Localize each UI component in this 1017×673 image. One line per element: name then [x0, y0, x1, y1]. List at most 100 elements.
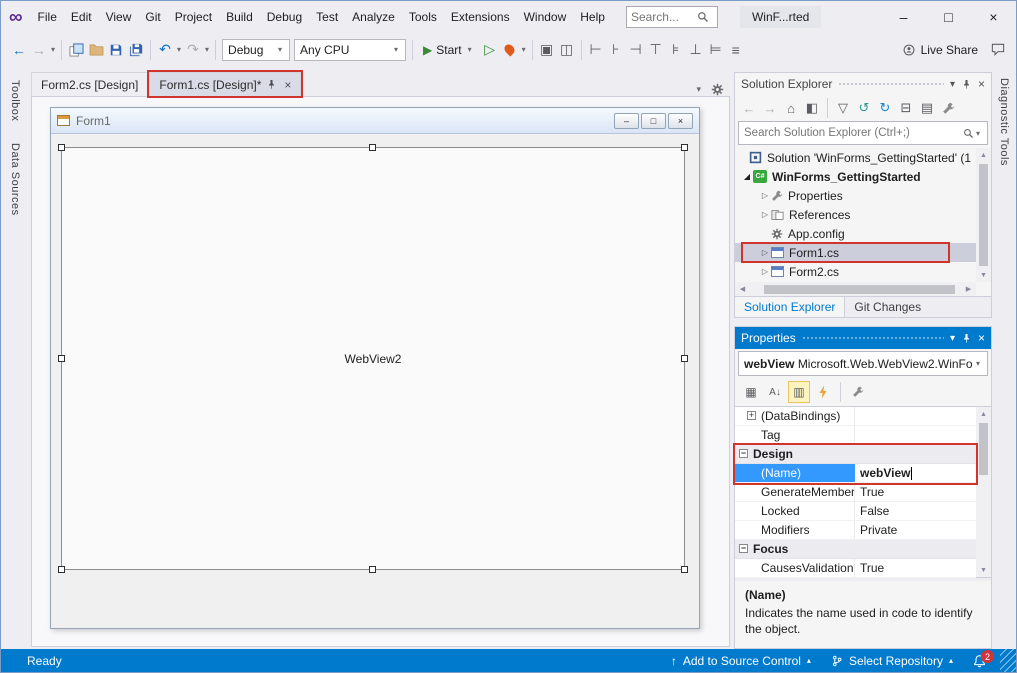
- object-selector-dropdown[interactable]: webView Microsoft.Web.WebView2.WinFo ▾: [738, 351, 988, 376]
- properties-header[interactable]: Properties ▾ ×: [735, 327, 991, 349]
- menu-git[interactable]: Git: [138, 1, 167, 33]
- collapse-all-icon[interactable]: ⊟: [896, 98, 916, 118]
- chevron-down-icon[interactable]: ▾: [522, 45, 526, 54]
- property-value-input[interactable]: webView: [860, 466, 910, 480]
- category-row-focus[interactable]: Focus: [735, 540, 976, 559]
- home-icon[interactable]: ⌂: [781, 98, 801, 118]
- tab-form1-design[interactable]: Form1.cs [Design]* ×: [149, 72, 301, 96]
- horizontal-scrollbar[interactable]: ◀ ▶: [735, 282, 976, 296]
- form-maximize-button[interactable]: □: [641, 113, 666, 129]
- resize-handle-top-left[interactable]: [58, 144, 65, 151]
- quick-search-box[interactable]: [626, 6, 718, 28]
- resize-handle-bottom-left[interactable]: [58, 566, 65, 573]
- scrollbar-thumb[interactable]: [979, 164, 988, 266]
- tree-item-solution[interactable]: Solution 'WinForms_GettingStarted' (1: [735, 148, 976, 167]
- expand-arrow-icon[interactable]: ▷: [759, 191, 771, 200]
- scrollbar-thumb[interactable]: [764, 285, 955, 294]
- menu-debug[interactable]: Debug: [260, 1, 309, 33]
- tree-item-properties[interactable]: ▷ Properties: [735, 186, 976, 205]
- property-row-locked[interactable]: Locked False: [735, 502, 976, 521]
- expand-arrow-icon[interactable]: ▷: [759, 210, 771, 219]
- properties-tool-icon[interactable]: [938, 98, 958, 118]
- property-row-databindings[interactable]: (DataBindings): [735, 407, 976, 426]
- property-value[interactable]: False: [855, 502, 976, 520]
- feedback-button[interactable]: [988, 38, 1008, 62]
- tab-form2-design[interactable]: Form2.cs [Design]: [31, 72, 148, 96]
- align-middles-icon[interactable]: ⊥: [686, 38, 706, 62]
- chevron-down-icon[interactable]: ▾: [177, 45, 181, 54]
- close-button[interactable]: ×: [971, 1, 1016, 33]
- maximize-button[interactable]: □: [926, 1, 971, 33]
- forward-icon[interactable]: →: [760, 98, 780, 118]
- filter-icon[interactable]: ▽: [833, 98, 853, 118]
- drag-grip[interactable]: [838, 82, 944, 87]
- menu-project[interactable]: Project: [168, 1, 219, 33]
- property-value[interactable]: [855, 407, 976, 425]
- chevron-down-icon[interactable]: ▾: [976, 129, 980, 138]
- designed-form-client-area[interactable]: WebView2: [51, 135, 699, 628]
- menu-window[interactable]: Window: [517, 1, 574, 33]
- sync-icon[interactable]: ↻: [875, 98, 895, 118]
- start-debugging-button[interactable]: ▶ Start ▾: [417, 38, 480, 62]
- scroll-down-icon[interactable]: ▼: [980, 563, 987, 577]
- events-button[interactable]: [812, 381, 834, 403]
- collapse-icon[interactable]: [739, 544, 748, 553]
- save-button[interactable]: [106, 38, 126, 62]
- new-project-button[interactable]: [66, 38, 86, 62]
- form-close-button[interactable]: ×: [668, 113, 693, 129]
- expand-arrow-icon[interactable]: ◢: [741, 172, 753, 181]
- webview2-control[interactable]: WebView2: [61, 147, 685, 570]
- property-row-causesvalidation[interactable]: CausesValidation True: [735, 559, 976, 578]
- tree-item-references[interactable]: ▷ References: [735, 205, 976, 224]
- menu-file[interactable]: File: [31, 1, 64, 33]
- property-value[interactable]: True: [855, 483, 976, 501]
- scrollbar-thumb[interactable]: [979, 423, 988, 475]
- resize-handle-bottom-middle[interactable]: [369, 566, 376, 573]
- property-value[interactable]: True: [855, 559, 976, 577]
- expand-arrow-icon[interactable]: ▷: [759, 248, 771, 257]
- vertical-scrollbar[interactable]: ▲ ▼: [976, 148, 991, 282]
- solution-search-box[interactable]: ▾: [738, 121, 988, 145]
- collapse-icon[interactable]: [739, 449, 748, 458]
- gear-icon[interactable]: [711, 83, 724, 96]
- close-icon[interactable]: ×: [978, 331, 985, 345]
- switch-views-icon[interactable]: ◧: [802, 98, 822, 118]
- breakpoints-window-icon[interactable]: ▣: [537, 38, 557, 62]
- align-to-grid-icon[interactable]: ⊢: [586, 38, 606, 62]
- property-row-generatemember[interactable]: GenerateMember True: [735, 483, 976, 502]
- property-row-name[interactable]: (Name) webView: [735, 464, 976, 483]
- open-file-button[interactable]: [86, 38, 106, 62]
- designed-form[interactable]: Form1 – □ × WebView2: [50, 107, 700, 629]
- category-row-design[interactable]: Design: [735, 445, 976, 464]
- menu-extensions[interactable]: Extensions: [444, 1, 517, 33]
- resize-handle-middle-right[interactable]: [681, 355, 688, 362]
- menu-edit[interactable]: Edit: [64, 1, 99, 33]
- scroll-right-icon[interactable]: ▶: [961, 282, 976, 296]
- hot-reload-button[interactable]: [500, 38, 520, 62]
- menu-view[interactable]: View: [99, 1, 139, 33]
- sidebar-tab-toolbox[interactable]: Toolbox: [9, 76, 21, 125]
- chevron-down-icon[interactable]: ▾: [950, 79, 955, 90]
- expand-icon[interactable]: [747, 411, 756, 420]
- scroll-up-icon[interactable]: ▲: [980, 407, 987, 421]
- pin-icon[interactable]: [961, 333, 972, 344]
- panel-splitter[interactable]: [734, 318, 992, 326]
- resize-handle-top-middle[interactable]: [369, 144, 376, 151]
- menu-analyze[interactable]: Analyze: [345, 1, 402, 33]
- align-rights-icon[interactable]: ⊤: [646, 38, 666, 62]
- undo-icon[interactable]: ↶: [155, 38, 175, 62]
- menu-build[interactable]: Build: [219, 1, 260, 33]
- pin-icon[interactable]: [961, 79, 972, 90]
- navigate-back-icon[interactable]: ←: [9, 38, 29, 62]
- resize-handle-middle-left[interactable]: [58, 355, 65, 362]
- navigate-forward-icon[interactable]: →: [29, 38, 49, 62]
- active-files-dropdown-icon[interactable]: ▾: [696, 84, 701, 95]
- back-icon[interactable]: ←: [739, 98, 759, 118]
- pin-icon[interactable]: [266, 79, 277, 90]
- expand-arrow-icon[interactable]: ▷: [759, 267, 771, 276]
- scroll-up-icon[interactable]: ▲: [976, 148, 991, 162]
- space-evenly-icon[interactable]: ≡: [726, 38, 746, 62]
- solution-search-input[interactable]: [744, 127, 963, 139]
- align-tops-icon[interactable]: ⊧: [666, 38, 686, 62]
- forms-designer-surface[interactable]: Form1 – □ × WebView2: [31, 96, 730, 647]
